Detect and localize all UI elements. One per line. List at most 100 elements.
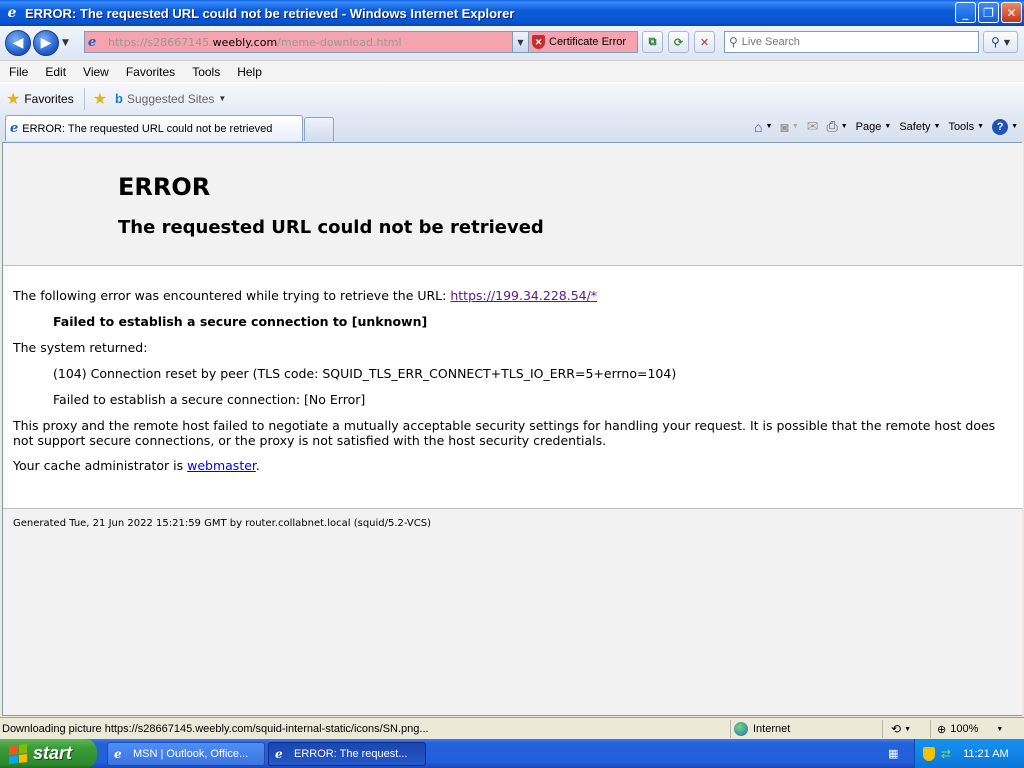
menu-help[interactable]: Help	[228, 65, 270, 79]
page-menu[interactable]: Page ▼	[856, 121, 892, 133]
search-button[interactable]: ⚲ ▼	[983, 31, 1018, 53]
help-icon: ?	[992, 118, 1009, 135]
certificate-error-button[interactable]: ✕ Certificate Error	[529, 31, 638, 53]
chevron-down-icon: ▼	[933, 123, 941, 130]
clock[interactable]: 11:21 AM	[963, 748, 1009, 760]
chevron-down-icon: ▼	[218, 94, 227, 103]
system-returned-label: The system returned:	[13, 340, 148, 355]
intro-text: The following error was encountered whil…	[13, 288, 451, 303]
window-title: ERROR: The requested URL could not be re…	[25, 5, 515, 21]
page-menu-label: Page	[855, 120, 882, 133]
compatibility-view-button[interactable]: ⧉	[642, 31, 663, 53]
read-mail-button[interactable]: ✉	[807, 118, 819, 135]
ie-icon: e	[275, 747, 283, 761]
favorites-button[interactable]: ★ Favorites	[6, 87, 85, 110]
security-zone[interactable]: Internet	[730, 720, 880, 738]
menu-favorites[interactable]: Favorites	[117, 65, 183, 79]
shield-error-icon: ✕	[532, 35, 545, 49]
print-button[interactable]: ⎙ ▼	[827, 118, 848, 135]
magnifier-icon: ⚲	[991, 35, 1000, 49]
globe-icon	[734, 722, 748, 736]
new-tab-button[interactable]	[304, 117, 334, 141]
forward-button[interactable]: ▶	[33, 30, 59, 56]
search-options-dropdown[interactable]: ▼	[1004, 38, 1010, 47]
minimize-button[interactable]: _	[955, 2, 976, 23]
maximize-button[interactable]: ❐	[978, 2, 999, 23]
url-prefix: https://s28667145.	[108, 35, 213, 49]
task2-label: ERROR: The request...	[294, 748, 408, 760]
star-icon: ★	[6, 90, 21, 108]
explanation-paragraph: This proxy and the remote host failed to…	[13, 418, 996, 448]
task1-label: MSN | Outlook, Office...	[133, 748, 249, 760]
address-url[interactable]: https://s28667145.weebly.com/meme-downlo…	[108, 36, 402, 49]
windows-logo-icon	[9, 743, 27, 764]
admin-paragraph: Your cache administrator is webmaster.	[13, 458, 260, 473]
system-tray: ⇄ 11:21 AM	[914, 739, 1024, 768]
status-bar: Downloading picture https://s28667145.we…	[0, 717, 1024, 739]
chevron-down-icon: ▼	[904, 725, 911, 733]
menu-tools[interactable]: Tools	[183, 65, 228, 79]
chevron-down-icon: ▼	[1011, 123, 1018, 130]
refresh-button[interactable]: ⟳	[668, 31, 689, 53]
suggested-sites-button[interactable]: b Suggested Sites ▼	[115, 91, 226, 106]
tab-active[interactable]: e ERROR: The requested URL could not be …	[5, 115, 303, 141]
chevron-down-icon: ▼	[791, 123, 799, 130]
network-icon[interactable]: ⇄	[941, 747, 951, 761]
system-error-2: Failed to establish a secure connection:…	[53, 392, 366, 407]
protected-mode-button[interactable]: ⟲ ▼	[882, 720, 927, 738]
home-button[interactable]: ⌂ ▼	[754, 119, 772, 135]
tab-label: ERROR: The requested URL could not be re…	[22, 122, 273, 135]
webmaster-link[interactable]: webmaster	[187, 458, 256, 473]
favorites-bar: ★ Favorites ★ b Suggested Sites ▼	[0, 82, 1024, 114]
favorites-label: Favorites	[24, 91, 74, 106]
tools-menu[interactable]: Tools ▼	[948, 121, 984, 133]
menu-view[interactable]: View	[74, 65, 117, 79]
taskbar-item-error[interactable]: e ERROR: The request...	[268, 742, 426, 766]
url-host: weebly.com	[212, 35, 278, 49]
suggested-sites-label: Suggested Sites	[127, 91, 215, 106]
intro-paragraph: The following error was encountered whil…	[13, 288, 597, 303]
bing-icon: b	[115, 91, 123, 106]
system-error-1: (104) Connection reset by peer (TLS code…	[53, 366, 677, 381]
ie-icon: e	[7, 5, 17, 21]
back-button[interactable]: ◀	[5, 30, 31, 56]
security-shield-icon[interactable]	[923, 746, 935, 761]
taskbar-item-msn[interactable]: e MSN | Outlook, Office...	[107, 742, 265, 766]
add-to-favorites-icon[interactable]: ★	[93, 89, 107, 109]
failed-url-link[interactable]: https://199.34.228.54/*	[450, 288, 597, 303]
taskbar: start e MSN | Outlook, Office... e ERROR…	[0, 739, 1024, 768]
command-bar: ⌂ ▼ ◙ ▼ ✉ ⎙ ▼ Page ▼ Safety ▼ Tools ▼ ? ▼	[754, 118, 1018, 135]
start-button[interactable]: start	[0, 739, 97, 768]
url-path: /meme-download.html	[277, 35, 402, 49]
address-dropdown-button[interactable]: ▼	[512, 32, 528, 52]
recent-pages-dropdown[interactable]: ▼	[62, 38, 72, 48]
help-button[interactable]: ? ▼	[992, 118, 1018, 135]
error-header: ERROR The requested URL could not be ret…	[3, 143, 1023, 266]
window-controls: _ ❐ ✕	[955, 2, 1022, 23]
address-bar[interactable]: e https://s28667145.weebly.com/meme-down…	[84, 31, 529, 53]
chevron-down-icon: ▼	[884, 123, 892, 130]
zoom-label: 100%	[950, 723, 979, 735]
page-icon: e	[88, 34, 97, 50]
protected-mode-icon: ⟲	[891, 722, 902, 736]
feeds-button[interactable]: ◙ ▼	[780, 119, 798, 135]
error-line: Failed to establish a secure connection …	[53, 314, 428, 329]
tools-menu-label: Tools	[948, 120, 975, 133]
search-box[interactable]: ⚲	[724, 31, 979, 53]
page-heading: ERROR	[118, 173, 211, 201]
status-text: Downloading picture https://s28667145.we…	[2, 722, 429, 735]
zoom-control[interactable]: ⊕ 100% ▼	[930, 720, 1018, 738]
close-button[interactable]: ✕	[1001, 2, 1022, 23]
certificate-error-label: Certificate Error	[549, 36, 627, 48]
menu-bar: File Edit View Favorites Tools Help	[0, 60, 1024, 82]
stop-button[interactable]: ✕	[694, 31, 715, 53]
rss-icon: ◙	[780, 118, 789, 135]
chevron-down-icon: ▼	[977, 123, 985, 130]
safety-menu[interactable]: Safety ▼	[899, 121, 940, 133]
menu-edit[interactable]: Edit	[36, 65, 74, 79]
home-icon: ⌂	[753, 118, 763, 135]
search-input[interactable]	[741, 36, 962, 48]
keyboard-layout-icon[interactable]: ▦	[888, 747, 898, 760]
menu-file[interactable]: File	[0, 65, 36, 79]
zoom-icon: ⊕	[937, 723, 947, 736]
